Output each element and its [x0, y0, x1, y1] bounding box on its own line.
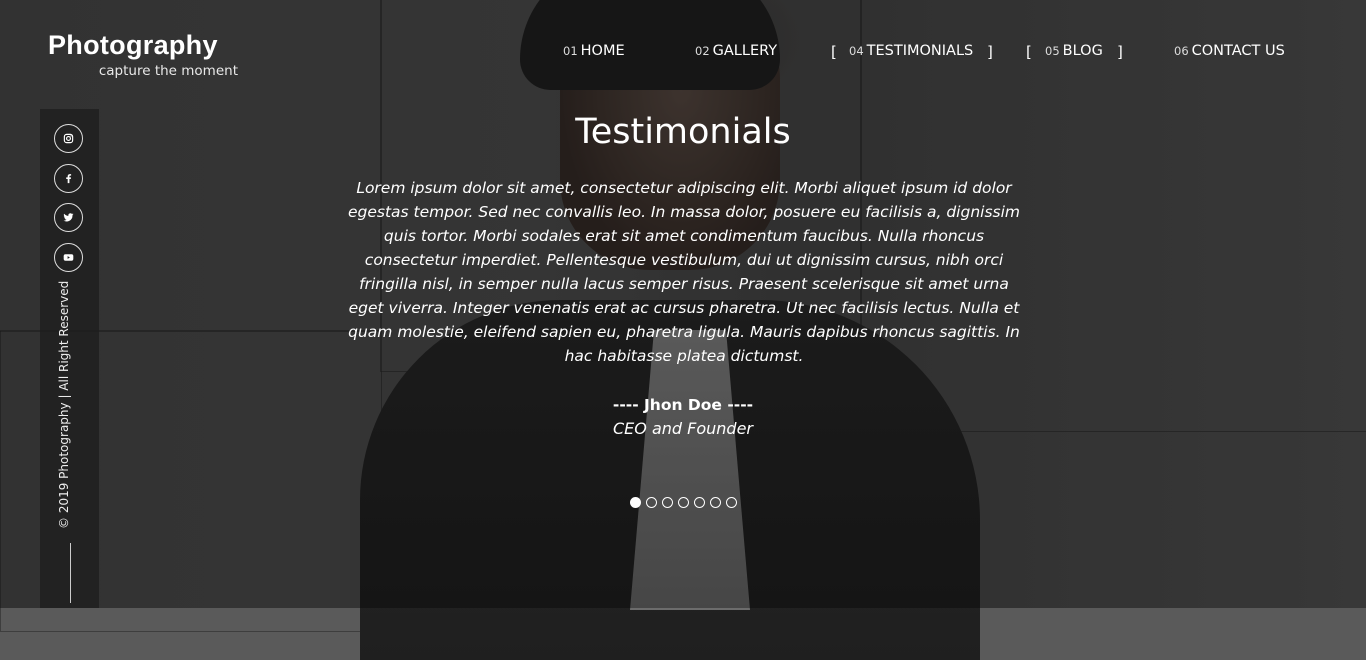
twitter-icon[interactable] — [54, 203, 83, 232]
nav-home[interactable]: 01 HOME — [563, 43, 625, 59]
nav-gallery[interactable]: 02 GALLERY — [695, 43, 777, 59]
nav-bracket-open: [ — [1026, 43, 1032, 61]
testimonial-quote: Lorem ipsum dolor sit amet, consectetur … — [347, 179, 1021, 365]
sidebar-divider — [70, 543, 71, 603]
social-sidebar: © 2019 Photography | All Right Reserved — [40, 109, 99, 608]
main-nav: 01 HOME 02 GALLERY [ 04 TESTIMONIALS ] [ 05… — [0, 43, 1366, 63]
carousel-dot[interactable] — [726, 497, 737, 508]
carousel-dot[interactable] — [662, 497, 673, 508]
carousel-dot[interactable] — [694, 497, 705, 508]
carousel-dot[interactable] — [678, 497, 689, 508]
nav-testimonials[interactable]: 04 TESTIMONIALS — [849, 43, 973, 59]
nav-contact-us[interactable]: 06 CONTACT US — [1174, 43, 1285, 59]
carousel-dot[interactable] — [646, 497, 657, 508]
nav-bracket-close: ] — [987, 43, 993, 61]
carousel-dot[interactable] — [630, 497, 641, 508]
nav-bracket-open: [ — [831, 43, 837, 61]
carousel-dot[interactable] — [710, 497, 721, 508]
section-title: Testimonials — [575, 112, 791, 152]
brand-tagline: capture the moment — [98, 63, 238, 79]
testimonial-author: ---- Jhon Doe ---- — [612, 396, 754, 414]
nav-blog[interactable]: 05 BLOG — [1045, 43, 1103, 59]
facebook-icon[interactable] — [54, 164, 83, 193]
carousel-pagination — [630, 497, 737, 509]
testimonial-role: CEO and Founder — [613, 419, 753, 438]
youtube-icon[interactable] — [54, 243, 83, 272]
nav-bracket-close: ] — [1117, 43, 1123, 61]
